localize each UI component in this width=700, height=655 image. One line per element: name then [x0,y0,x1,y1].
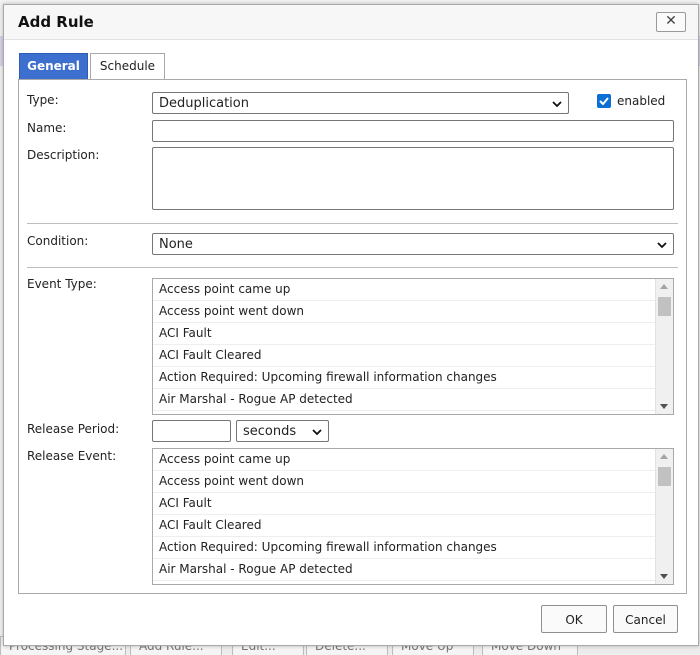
release-period-unit-value: seconds [243,424,297,439]
description-textarea[interactable] [152,147,674,210]
list-item[interactable]: Action Required: Upcoming firewall infor… [153,367,655,389]
description-label: Description: [27,148,100,162]
tab-general[interactable]: General [19,53,88,79]
list-item[interactable]: Air Marshal - Rogue AP detected [153,559,655,581]
checkmark-icon [599,97,609,106]
close-icon: ✕ [665,13,677,29]
list-item[interactable]: Air Marshal - Rogue AP detected [153,389,655,411]
release-event-listbox[interactable]: Access point came up Access point went d… [152,448,674,585]
general-panel: Type: Deduplication enabled Name: Descri… [18,79,687,594]
scroll-down-icon[interactable] [660,404,668,409]
ok-button[interactable]: OK [541,605,607,633]
release-period-unit-select[interactable]: seconds [236,420,329,442]
scroll-thumb[interactable] [658,467,671,486]
list-item[interactable]: ACI Fault [153,493,655,515]
type-label: Type: [27,93,59,107]
list-item[interactable]: Access point went down [153,471,655,493]
type-select[interactable]: Deduplication [152,92,569,114]
list-item[interactable]: ACI Fault Cleared [153,345,655,367]
list-item[interactable]: Action Required: Upcoming firewall infor… [153,537,655,559]
enabled-checkbox[interactable] [597,94,611,108]
event-type-scrollbar[interactable] [655,279,673,414]
event-type-label: Event Type: [27,277,97,291]
release-period-input[interactable] [152,420,231,442]
event-type-listbox[interactable]: Access point came up Access point went d… [152,278,674,415]
enabled-label: enabled [617,94,666,108]
release-event-scrollbar[interactable] [655,449,673,584]
close-button[interactable]: ✕ [656,12,686,32]
chevron-down-icon [657,242,667,249]
condition-select[interactable]: None [152,233,674,255]
cancel-button[interactable]: Cancel [613,605,678,633]
list-item[interactable]: ACI Fault [153,323,655,345]
dialog-title: Add Rule [18,13,94,31]
chevron-down-icon [552,101,562,108]
chevron-down-icon [312,429,322,436]
name-input[interactable] [152,120,674,142]
condition-label: Condition: [27,234,89,248]
release-event-label: Release Event: [27,449,117,463]
scroll-down-icon[interactable] [660,574,668,579]
tab-schedule[interactable]: Schedule [90,53,165,79]
scroll-up-icon[interactable] [660,454,668,459]
name-label: Name: [27,121,67,135]
condition-select-value: None [159,237,193,252]
list-item[interactable]: Access point went down [153,301,655,323]
divider [27,267,678,268]
add-rule-dialog: Add Rule ✕ General Schedule Type: Dedupl… [3,4,699,646]
scroll-thumb[interactable] [658,297,671,316]
release-period-label: Release Period: [27,422,120,436]
divider [27,223,678,224]
list-item[interactable]: ACI Fault Cleared [153,515,655,537]
type-select-value: Deduplication [159,96,249,111]
list-item[interactable]: Access point came up [153,279,655,301]
dialog-header: Add Rule ✕ [4,5,698,40]
list-item[interactable]: Access point came up [153,449,655,471]
scroll-up-icon[interactable] [660,284,668,289]
